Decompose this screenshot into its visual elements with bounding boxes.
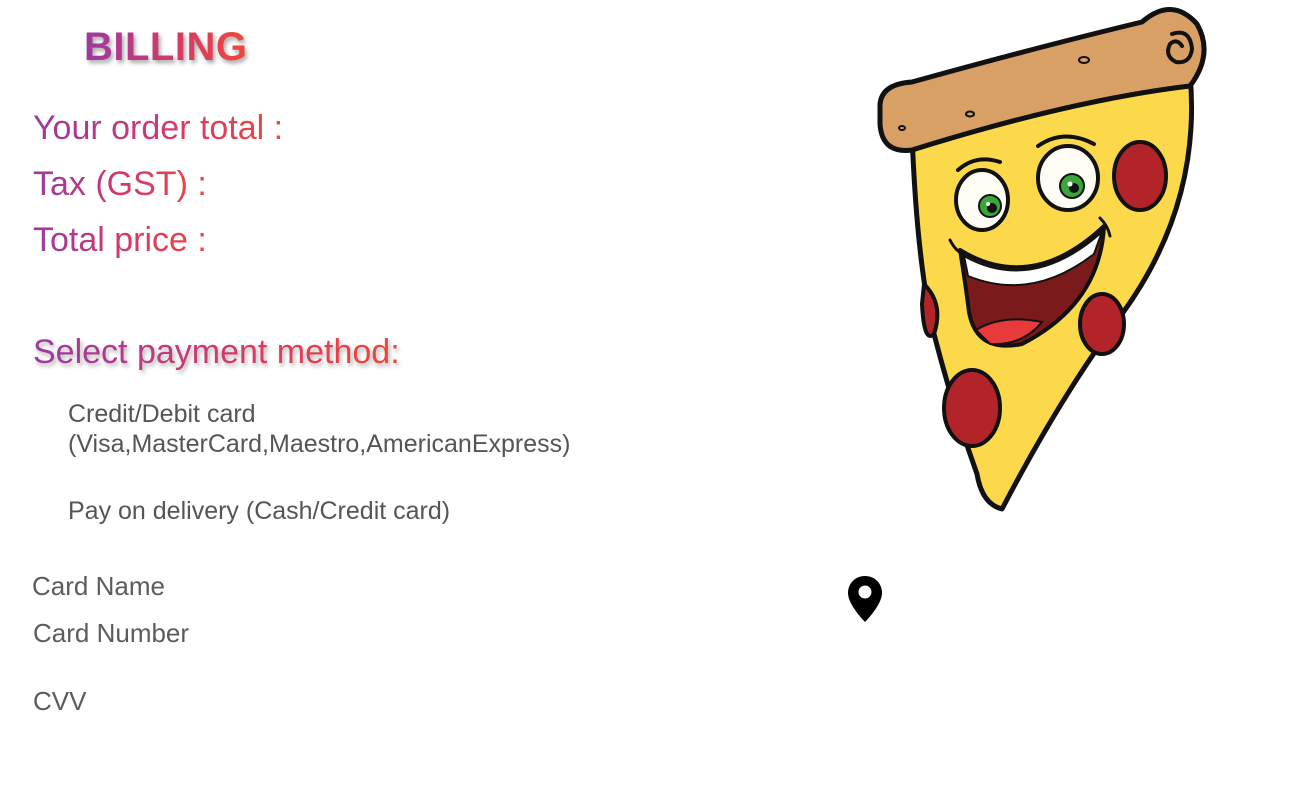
tax-label: Tax (GST) :	[33, 162, 207, 206]
total-price-label: Total price :	[33, 218, 207, 262]
payment-option-delivery-label: Pay on delivery (Cash/Credit card)	[68, 497, 451, 525]
payment-option-card-networks: (Visa,MasterCard,Maestro,AmericanExpress…	[68, 430, 571, 458]
order-total-label: Your order total :	[33, 106, 283, 150]
payment-option-card[interactable]: Credit/Debit card (Visa,MasterCard,Maest…	[68, 399, 570, 459]
card-number-label: Card Number	[33, 618, 190, 648]
payment-option-card-label: Credit/Debit card	[68, 400, 256, 428]
payment-method-heading: Select payment method:	[33, 330, 400, 374]
location-pin-icon[interactable]	[846, 574, 884, 624]
cvv-label: CVV	[33, 686, 87, 716]
card-name-label: Card Name	[32, 571, 165, 601]
payment-option-delivery[interactable]: Pay on delivery (Cash/Credit card)	[68, 496, 450, 526]
pizza-mascot-icon	[877, 7, 1207, 512]
billing-page: BILLING Your order total : Tax (GST) : T…	[0, 0, 1298, 800]
page-title: BILLING	[84, 20, 247, 74]
